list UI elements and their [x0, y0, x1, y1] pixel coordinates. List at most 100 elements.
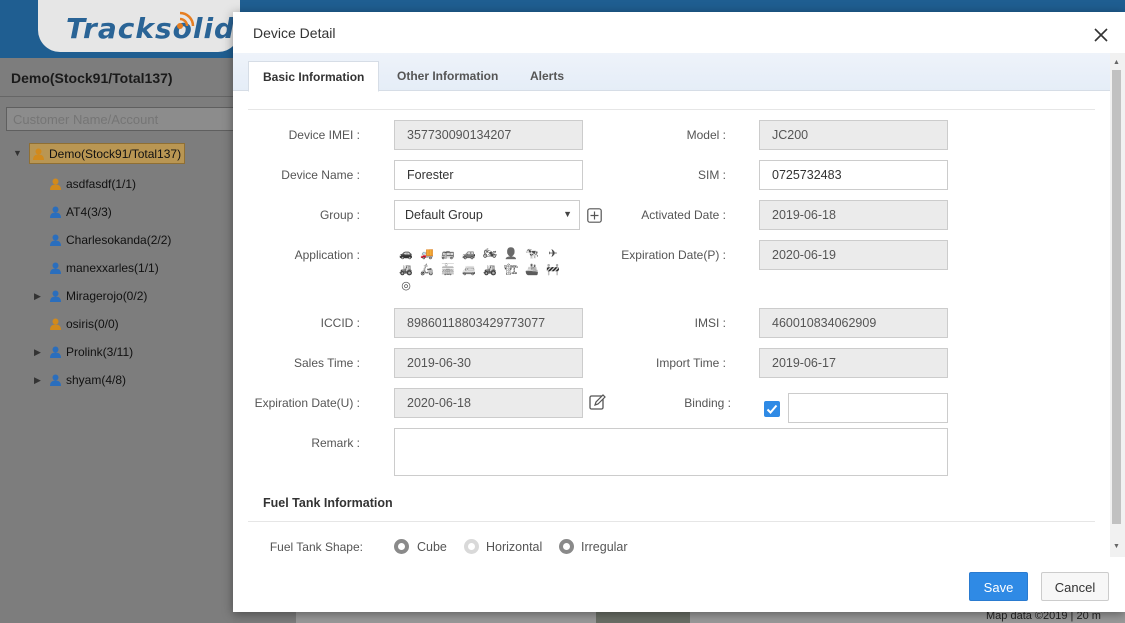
- remark-textarea[interactable]: [394, 428, 948, 476]
- car-icon[interactable]: 🚗: [399, 248, 413, 260]
- truck-icon[interactable]: 🚚: [420, 248, 434, 260]
- tree-root-node[interactable]: Demo(Stock91/Total137): [29, 143, 186, 164]
- customer-search-input[interactable]: [6, 107, 236, 131]
- tree-item-label: Prolink(3/11): [66, 345, 134, 359]
- activated-date-label: Activated Date :: [641, 208, 726, 222]
- tab-bar: Basic Information Other Information Aler…: [233, 53, 1110, 92]
- expiration-p-label: Expiration Date(P) :: [621, 248, 726, 262]
- device-name-label: Device Name :: [281, 168, 360, 182]
- tree-item[interactable]: manexxarles(1/1): [34, 258, 159, 278]
- scroll-down-icon[interactable]: ▼: [1113, 543, 1120, 550]
- tree-item-label: Charlesokanda(2/2): [66, 233, 172, 247]
- scooter-icon[interactable]: 🛵: [420, 264, 434, 276]
- remark-label: Remark :: [311, 436, 360, 450]
- imsi-label: IMSI :: [694, 316, 726, 330]
- bus-icon[interactable]: 🚌: [441, 248, 455, 260]
- tree-item[interactable]: ▶ shyam(4/8): [34, 370, 126, 390]
- sim-input[interactable]: [759, 160, 948, 190]
- binding-checkbox[interactable]: [764, 401, 780, 417]
- van-icon[interactable]: 🚐: [462, 264, 476, 276]
- expiration-u-label: Expiration Date(U) :: [254, 396, 360, 410]
- model-field: JC200: [759, 120, 948, 150]
- tree-item[interactable]: asdfasdf(1/1): [34, 174, 136, 194]
- tree-item-label: manexxarles(1/1): [66, 261, 159, 275]
- group-select[interactable]: Default Group ▼: [394, 200, 580, 230]
- dialog-title: Device Detail: [253, 25, 336, 41]
- radio-cube-label: Cube: [417, 540, 447, 554]
- ship-icon[interactable]: 🚢: [525, 264, 539, 276]
- radio-cube[interactable]: [394, 539, 409, 554]
- import-time-label: Import Time :: [655, 356, 726, 370]
- other-icon[interactable]: ◎: [399, 280, 413, 292]
- add-group-icon[interactable]: [587, 208, 602, 223]
- save-button[interactable]: Save: [969, 572, 1028, 601]
- tab-alerts[interactable]: Alerts: [516, 61, 578, 92]
- fuel-shape-label: Fuel Tank Shape:: [269, 540, 363, 554]
- cow-icon[interactable]: 🐄: [525, 248, 539, 260]
- divider: [248, 109, 1095, 110]
- motorcycle-icon[interactable]: 🏍: [483, 248, 497, 260]
- imsi-field: 460010834062909: [759, 308, 948, 338]
- cancel-button[interactable]: Cancel: [1041, 572, 1109, 601]
- imei-field: 357730090134207: [394, 120, 583, 150]
- edit-icon[interactable]: [589, 394, 606, 411]
- tree-item-label: AT4(3/3): [66, 205, 112, 219]
- tree-item-label: asdfasdf(1/1): [66, 177, 137, 191]
- group-label: Group :: [319, 208, 360, 222]
- tree-item-label: Miragerojo(0/2): [66, 289, 148, 303]
- fuel-section-title: Fuel Tank Information: [263, 496, 393, 510]
- tram-icon[interactable]: 🚋: [441, 264, 455, 276]
- device-name-input[interactable]: [394, 160, 583, 190]
- group-select-value: Default Group: [405, 208, 483, 222]
- application-label: Application :: [294, 248, 360, 262]
- user-icon: [50, 290, 61, 302]
- sidebar-title: Demo(Stock91/Total137): [11, 70, 173, 86]
- scroll-up-icon[interactable]: ▲: [1113, 59, 1120, 66]
- caret-right-icon[interactable]: ▶: [34, 347, 44, 358]
- imei-label: Device IMEI :: [288, 128, 360, 142]
- application-icons: 🚗 🚚 🚌 🚙 🏍 👤 🐄 ✈ 🚜 🛵 🚋 🚐 🚜 🏗 🚢 🚧 ◎: [399, 248, 579, 292]
- suv-icon[interactable]: 🚙: [462, 248, 476, 260]
- signal-icon: [177, 11, 195, 29]
- tab-other-information[interactable]: Other Information: [383, 61, 512, 92]
- divider: [0, 96, 233, 97]
- crane-icon[interactable]: 🏗: [504, 264, 518, 276]
- caret-right-icon[interactable]: ▶: [34, 375, 44, 386]
- expiration-p-field: 2020-06-19: [759, 240, 948, 270]
- logo: Tracksolid: [66, 12, 236, 45]
- radio-horizontal[interactable]: [464, 539, 479, 554]
- radio-irregular-label: Irregular: [581, 540, 628, 554]
- drone-icon[interactable]: ✈: [546, 248, 560, 260]
- close-icon[interactable]: [1091, 25, 1111, 45]
- sim-label: SIM :: [697, 168, 726, 182]
- iccid-field: 89860118803429773077: [394, 308, 583, 338]
- activated-date-field: 2019-06-18: [759, 200, 948, 230]
- scrollbar-thumb[interactable]: [1112, 70, 1121, 524]
- caret-down-icon[interactable]: ▼: [13, 148, 23, 158]
- tree-item[interactable]: ▶ Prolink(3/11): [34, 342, 133, 362]
- loader-icon[interactable]: 🚧: [546, 264, 560, 276]
- user-icon: [33, 148, 44, 160]
- user-icon: [50, 206, 61, 218]
- divider: [248, 521, 1095, 522]
- caret-right-icon[interactable]: ▶: [34, 291, 44, 302]
- tree-item-label: shyam(4/8): [66, 373, 127, 387]
- sales-time-label: Sales Time :: [293, 356, 360, 370]
- tree-item[interactable]: osiris(0/0): [34, 314, 119, 334]
- expiration-u-field: 2020-06-18: [394, 388, 583, 418]
- tree-item[interactable]: AT4(3/3): [34, 202, 112, 222]
- iccid-label: ICCID :: [320, 316, 360, 330]
- tractor-icon[interactable]: 🚜: [483, 264, 497, 276]
- tree-item[interactable]: Charlesokanda(2/2): [34, 230, 171, 250]
- radio-irregular[interactable]: [559, 539, 574, 554]
- person-icon[interactable]: 👤: [504, 248, 518, 260]
- user-icon: [50, 346, 61, 358]
- device-detail-dialog: Device Detail Basic Information Other In…: [233, 12, 1125, 612]
- user-icon: [50, 318, 61, 330]
- tree-root-toggle[interactable]: ▼: [13, 143, 29, 163]
- binding-input[interactable]: [788, 393, 948, 423]
- excavator-icon[interactable]: 🚜: [399, 264, 413, 276]
- user-icon: [50, 234, 61, 246]
- tab-basic-information[interactable]: Basic Information: [248, 61, 380, 92]
- tree-item[interactable]: ▶ Miragerojo(0/2): [34, 286, 147, 306]
